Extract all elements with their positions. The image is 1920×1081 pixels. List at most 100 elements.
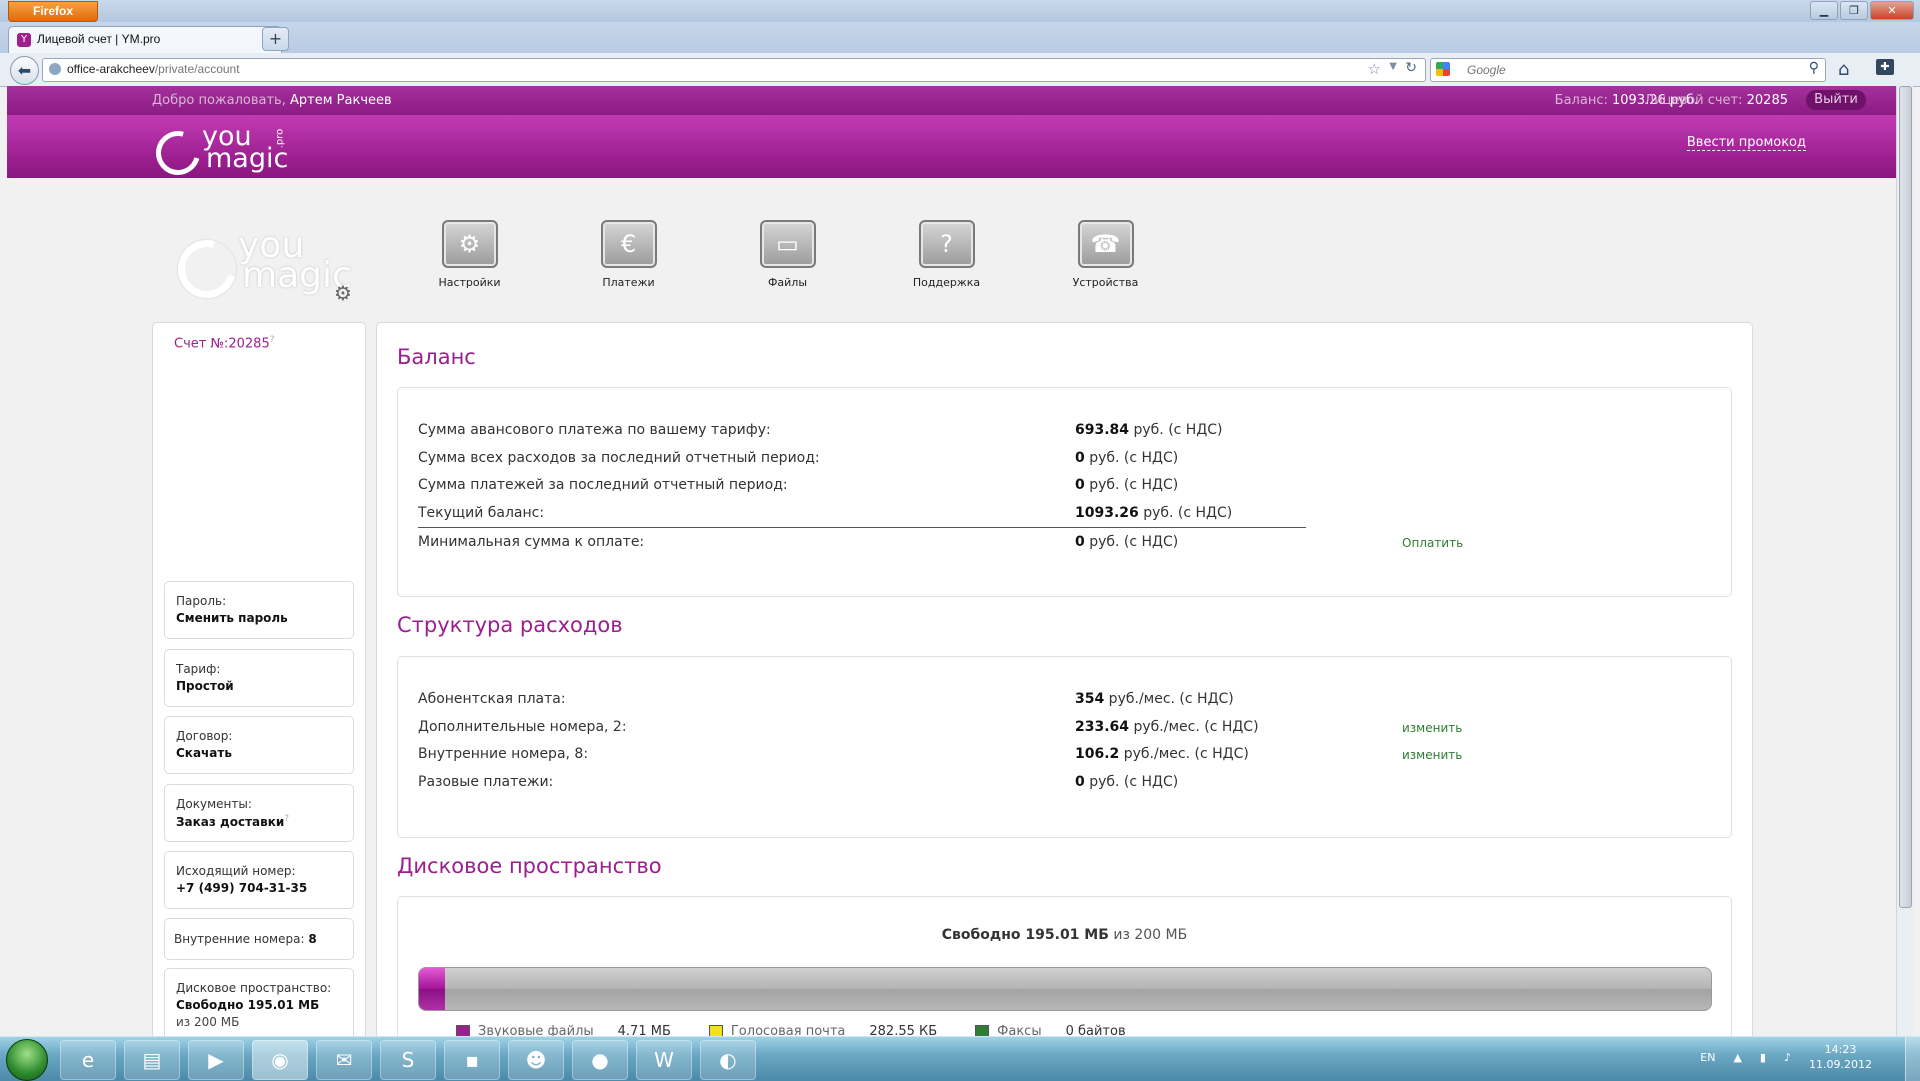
- console-icon[interactable]: ▪: [444, 1040, 500, 1080]
- logo-gear-icon[interactable]: ⚙: [334, 281, 352, 305]
- row-amount: 693.84: [1075, 422, 1130, 438]
- row-amount: 1093.26: [1075, 505, 1139, 521]
- expense-row: Внутренние номера, 8: 106.2 руб./мес. (с…: [418, 746, 1462, 762]
- row-label: Разовые платежи:: [418, 774, 554, 790]
- youmagic-logo[interactable]: you magic .pro: [147, 121, 302, 184]
- support-question-icon[interactable]: ?: [918, 220, 975, 268]
- row-amount: 0: [1075, 534, 1085, 550]
- header-account: Лицевой счет: 20285: [1644, 93, 1788, 108]
- nav-files[interactable]: ▭ Файлы: [708, 220, 867, 289]
- disk-space-label: Дисковое пространство:: [176, 981, 332, 995]
- nav-payments[interactable]: € Платежи: [549, 220, 708, 289]
- pay-link[interactable]: Оплатить: [1402, 536, 1463, 550]
- site-identity-icon[interactable]: [49, 63, 61, 75]
- minimize-icon[interactable]: ▁: [1810, 1, 1838, 20]
- start-button[interactable]: [6, 1039, 48, 1081]
- firefox-menu-button[interactable]: Firefox: [8, 1, 98, 22]
- settings-gears-icon[interactable]: ⚙: [441, 220, 498, 268]
- nav-payments-label[interactable]: Платежи: [549, 276, 708, 289]
- address-bar[interactable]: office-arakcheev/private/account ☆ ▼ ↻: [42, 58, 1426, 82]
- account-value: 20285: [1746, 93, 1788, 108]
- word-icon[interactable]: W: [636, 1040, 692, 1080]
- disk-usage-fill: [419, 968, 445, 1010]
- history-dropdown-icon[interactable]: ▼: [1389, 61, 1397, 72]
- disk-panel: Свободно 195.01 МБ из 200 МБ Звуковые фа…: [397, 896, 1732, 1043]
- network-icon[interactable]: ▮: [1760, 1051, 1766, 1064]
- outgoing-number-value[interactable]: +7 (499) 704-31-35: [176, 881, 307, 895]
- outgoing-number-label: Исходящий номер:: [176, 864, 296, 878]
- promo-code-link[interactable]: Ввести промокод: [1686, 135, 1806, 151]
- payments-icon[interactable]: €: [600, 220, 657, 268]
- github-icon[interactable]: ●: [572, 1040, 628, 1080]
- windows-taskbar: e ▤ ▶ ◉ ✉ S ▪ ☻ ● W ◐ EN ▲ ▮ ♪ 14:23 11.…: [0, 1036, 1920, 1081]
- page-scrollbar[interactable]: [1896, 86, 1913, 1036]
- addon-menu-icon[interactable]: ✚: [1876, 59, 1894, 75]
- nav-files-label[interactable]: Файлы: [708, 276, 867, 289]
- row-unit: руб. (с НДС): [1129, 422, 1223, 438]
- browser-tab[interactable]: Y Лицевой счет | YM.pro ×: [8, 26, 282, 54]
- row-value: 0 руб. (с НДС): [1075, 450, 1178, 466]
- nav-settings-label[interactable]: Настройки: [390, 276, 549, 289]
- internal-numbers-value[interactable]: 8: [308, 932, 316, 946]
- change-password-link[interactable]: Сменить пароль: [176, 611, 288, 625]
- change-extra-numbers-link[interactable]: изменить: [1402, 721, 1462, 735]
- google-engine-icon[interactable]: [1436, 62, 1450, 76]
- folder-icon[interactable]: ▭: [759, 220, 816, 268]
- show-desktop-button[interactable]: [1905, 1037, 1920, 1081]
- media-player-icon[interactable]: ▶: [188, 1040, 244, 1080]
- home-icon[interactable]: ⌂: [1838, 59, 1849, 80]
- change-internal-numbers-link[interactable]: изменить: [1402, 748, 1462, 762]
- search-bar[interactable]: Google ⚲: [1430, 58, 1826, 82]
- nav-settings[interactable]: ⚙ Настройки: [390, 220, 549, 289]
- row-value: 0 руб. (с НДС): [1075, 477, 1178, 493]
- internal-numbers-box: Внутренние номера: 8: [164, 918, 354, 960]
- row-unit: руб./мес. (с НДС): [1104, 691, 1234, 707]
- internet-explorer-icon[interactable]: e: [60, 1040, 116, 1080]
- row-value: 354 руб./мес. (с НДС): [1075, 691, 1234, 707]
- search-icon[interactable]: ⚲: [1809, 60, 1819, 76]
- help-icon[interactable]: ?: [284, 814, 289, 824]
- row-value: 0 руб. (с НДС): [1075, 534, 1178, 550]
- close-window-icon[interactable]: ✕: [1870, 1, 1914, 20]
- reload-icon[interactable]: ↻: [1405, 60, 1417, 76]
- row-amount: 0: [1075, 774, 1085, 790]
- order-delivery-text[interactable]: Заказ доставки: [176, 815, 284, 829]
- download-contract-link[interactable]: Скачать: [176, 746, 232, 760]
- back-arrow-icon[interactable]: ⬅: [10, 56, 39, 85]
- phone-device-icon[interactable]: ☎: [1077, 220, 1134, 268]
- documents-box: Документы: Заказ доставки?: [164, 784, 354, 842]
- mail-icon[interactable]: ✉: [316, 1040, 372, 1080]
- nav-devices-label[interactable]: Устройства: [1026, 276, 1185, 289]
- alien-app-icon[interactable]: ☻: [508, 1040, 564, 1080]
- new-tab-button[interactable]: +: [262, 27, 289, 51]
- skype-icon[interactable]: S: [380, 1040, 436, 1080]
- row-label: Сумма платежей за последний отчетный пер…: [418, 477, 788, 493]
- order-delivery-link[interactable]: Заказ доставки?: [176, 814, 289, 829]
- row-label: Абонентская плата:: [418, 691, 566, 707]
- expense-row: Абонентская плата: 354 руб./мес. (с НДС): [418, 691, 1234, 707]
- row-unit: руб./мес. (с НДС): [1129, 719, 1259, 735]
- restore-icon[interactable]: ❐: [1840, 1, 1868, 20]
- disk-free-value: Свободно 195.01 МБ: [941, 927, 1109, 943]
- balance-row: Текущий баланс: 1093.26 руб. (с НДС): [418, 505, 1232, 521]
- volume-icon[interactable]: ♪: [1784, 1051, 1791, 1064]
- help-icon[interactable]: ?: [270, 335, 275, 345]
- eclipse-icon[interactable]: ◐: [700, 1040, 756, 1080]
- explorer-folder-icon[interactable]: ▤: [124, 1040, 180, 1080]
- scrollbar-thumb[interactable]: [1899, 86, 1912, 908]
- logout-button[interactable]: Выйти: [1806, 90, 1866, 110]
- tariff-link[interactable]: Простой: [176, 679, 234, 693]
- language-indicator[interactable]: EN: [1700, 1051, 1715, 1064]
- nav-support[interactable]: ? Поддержка: [867, 220, 1026, 289]
- nav-support-label[interactable]: Поддержка: [867, 276, 1026, 289]
- account-number-title: Счет №:20285?: [174, 335, 275, 351]
- section-nav: ⚙ Настройки € Платежи ▭ Файлы ? Поддержк…: [390, 220, 1185, 289]
- nav-devices[interactable]: ☎ Устройства: [1026, 220, 1185, 289]
- bookmark-star-icon[interactable]: ☆: [1368, 60, 1381, 78]
- disk-heading: Дисковое пространство: [397, 854, 662, 878]
- logo-large-swirl-icon: [167, 229, 247, 309]
- disk-usage-bar: [418, 967, 1712, 1011]
- firefox-icon[interactable]: ◉: [252, 1040, 308, 1080]
- clock[interactable]: 14:23 11.09.2012: [1809, 1042, 1872, 1072]
- tray-arrow-icon[interactable]: ▲: [1733, 1051, 1741, 1064]
